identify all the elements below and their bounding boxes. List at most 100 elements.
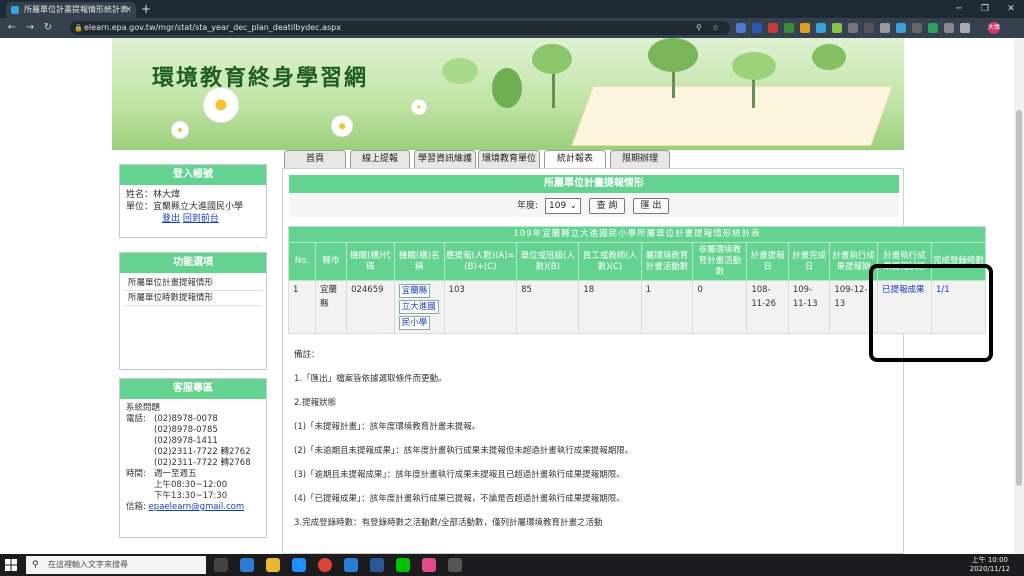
new-tab-icon[interactable]: + — [141, 1, 151, 17]
extension-icon[interactable] — [832, 23, 842, 33]
extension-icon[interactable] — [960, 23, 970, 33]
note-item: (3)「逾期且未提報成果」：該年度計畫執行成果未提報且已超過計畫執行成果提報期限… — [294, 470, 625, 480]
cell-staff-count: 18 — [578, 280, 642, 334]
extension-icon[interactable] — [944, 23, 954, 33]
browser-tab-bar: 所屬單位計畫提報情形統計表 ✕ + ─ ❐ ✕ — [0, 0, 1024, 18]
cell-no: 1 — [288, 280, 316, 334]
site-banner: 環境教育終身學習網 — [112, 38, 904, 150]
extension-icon[interactable] — [768, 23, 778, 33]
unit-name-part[interactable]: 立大進國 — [398, 300, 439, 314]
address-toolbar: ← → ↻ 🔒 elearn.epa.gov.tw/mgr/stat/sta_y… — [0, 18, 1024, 38]
browser-tab[interactable]: 所屬單位計畫提報情形統計表 ✕ — [6, 2, 136, 18]
banner-leaf-image — [648, 38, 698, 72]
extension-icon[interactable] — [928, 23, 938, 33]
banner-book-image — [571, 86, 893, 146]
back-icon[interactable]: ← — [4, 20, 20, 36]
nav-tab-learning-info[interactable]: 學習資訊維護 — [414, 150, 476, 168]
extension-icon[interactable] — [816, 23, 826, 33]
word-icon[interactable] — [370, 558, 384, 572]
unit-name-part[interactable]: 宜蘭縣 — [398, 284, 431, 298]
col-name: 機關(構)名稱 — [393, 242, 445, 281]
bookmark-star-icon[interactable]: ☆ — [712, 21, 719, 35]
file-explorer-icon[interactable] — [266, 558, 280, 572]
note-item: 2.提報狀態 — [294, 398, 337, 408]
export-button[interactable]: 匯 出 — [633, 198, 669, 214]
page-scrollbar[interactable] — [1014, 38, 1024, 554]
chrome-icon[interactable] — [318, 558, 332, 572]
banner-leaf-image — [442, 58, 478, 84]
nav-tab-home[interactable]: 首頁 — [284, 150, 346, 168]
menu-item-plan-report[interactable]: 所屬單位計畫提報情形 — [124, 276, 262, 291]
extension-icon[interactable] — [912, 23, 922, 33]
front-page-link[interactable]: 回到前台 — [183, 214, 219, 224]
banner-leaf-image — [812, 44, 846, 70]
clock-time: 上午 10:00 — [971, 556, 1009, 564]
col-city: 縣市 — [314, 242, 348, 281]
banner-flower-image — [172, 122, 188, 138]
extension-icon[interactable] — [848, 23, 858, 33]
query-button[interactable]: 查 詢 — [589, 198, 625, 214]
edge-icon[interactable] — [344, 558, 358, 572]
year-select[interactable]: 109 ⌄ — [545, 198, 581, 214]
unit-name-part[interactable]: 民小學 — [398, 316, 431, 330]
search-icon: ⚲ — [32, 560, 39, 570]
cell-unit-count: 85 — [516, 280, 580, 334]
extension-icon[interactable] — [736, 23, 746, 33]
mail-label: 信箱: — [126, 502, 146, 512]
banner-flower-image — [332, 116, 352, 136]
col-staff-count: 員工或教師(人數)(C) — [578, 242, 642, 281]
task-view-icon[interactable] — [214, 558, 228, 572]
close-tab-icon[interactable]: ✕ — [125, 2, 132, 18]
extension-icon[interactable] — [784, 23, 794, 33]
login-panel-title: 登入帳號 — [120, 165, 266, 185]
service-panel-title: 客服專區 — [120, 379, 266, 399]
zoom-icon[interactable]: ⚲ — [696, 21, 702, 35]
banner-flower-image — [204, 88, 238, 122]
ie-icon[interactable] — [292, 558, 306, 572]
app-icon[interactable] — [422, 558, 436, 572]
logout-link[interactable]: 登出 — [162, 214, 180, 224]
cell-complete-date: 109-11-13 — [787, 280, 831, 334]
maximize-icon[interactable]: ❐ — [972, 0, 998, 18]
service-afternoon: 下午13:30~17:30 — [154, 491, 228, 501]
function-panel: 功能選項 所屬單位計畫提報情形 所屬單位時數提報情形 — [119, 252, 267, 370]
taskbar-search-input[interactable]: ⚲ 在這裡輸入文字來搜尋 — [26, 556, 206, 574]
taskbar-clock[interactable]: 上午 10:00 2020/11/12 — [970, 556, 1010, 574]
col-non-env-count: 非屬環境教育計畫活動數 — [692, 242, 748, 281]
cell-plan-date: 108-11-26 — [746, 280, 789, 334]
scrollbar-thumb[interactable] — [1016, 110, 1022, 486]
cell-required: 103 — [443, 280, 518, 334]
extension-icon[interactable] — [880, 23, 890, 33]
minimize-icon[interactable]: ─ — [946, 0, 972, 18]
nav-tab-env-edu-unit[interactable]: 環境教育單位 — [478, 150, 540, 168]
window-close-icon[interactable]: ✕ — [998, 0, 1024, 18]
notes-section: 備註： 1.「匯出」檔案皆依據選取條件而更動。 2.提報狀態 (1)「未提報計畫… — [294, 348, 894, 540]
app-icon[interactable] — [448, 558, 462, 572]
note-item: 3.完成登錄時數：有登錄時數之活動數/全部活動數，僅列計屬環境教育計畫之活動 — [294, 518, 603, 528]
forward-icon[interactable]: → — [22, 20, 38, 36]
time-label: 時間: — [126, 469, 146, 479]
reload-icon[interactable]: ↻ — [40, 20, 56, 36]
line-icon[interactable] — [396, 558, 410, 572]
nav-tab-statistics[interactable]: 統計報表 — [544, 150, 606, 168]
extension-icon[interactable] — [896, 23, 906, 33]
cell-code: 024659 — [346, 280, 395, 334]
browser-tab-title: 所屬單位計畫提報情形統計表 — [24, 5, 128, 14]
nav-tab-online-report[interactable]: 線上提報 — [350, 150, 410, 168]
extension-icon[interactable] — [864, 23, 874, 33]
profile-avatar[interactable]: 大偉 — [988, 22, 1000, 34]
clock-date: 2020/11/12 — [969, 565, 1010, 573]
windows-start-icon[interactable] — [4, 558, 18, 572]
nav-tab-deadline[interactable]: 限期辦理 — [610, 150, 670, 168]
col-unit-count: 單位或班級(人數)(B) — [516, 242, 580, 281]
phone-number: (02)8978-0785 — [154, 425, 218, 435]
edge-icon[interactable] — [240, 558, 254, 572]
url-input[interactable]: 🔒 elearn.epa.gov.tw/mgr/stat/sta_year_de… — [70, 21, 730, 35]
extension-icon[interactable] — [752, 23, 762, 33]
note-item: (1)「未提報計畫」：該年度環境教育計畫未提報。 — [294, 422, 481, 432]
user-name: 林大煒 — [153, 190, 181, 200]
name-label: 姓名： — [126, 190, 154, 200]
extension-icon[interactable] — [800, 23, 810, 33]
menu-item-hours-report[interactable]: 所屬單位時數提報情形 — [124, 291, 262, 306]
mail-link[interactable]: epaelearn@gmail.com — [149, 502, 245, 512]
